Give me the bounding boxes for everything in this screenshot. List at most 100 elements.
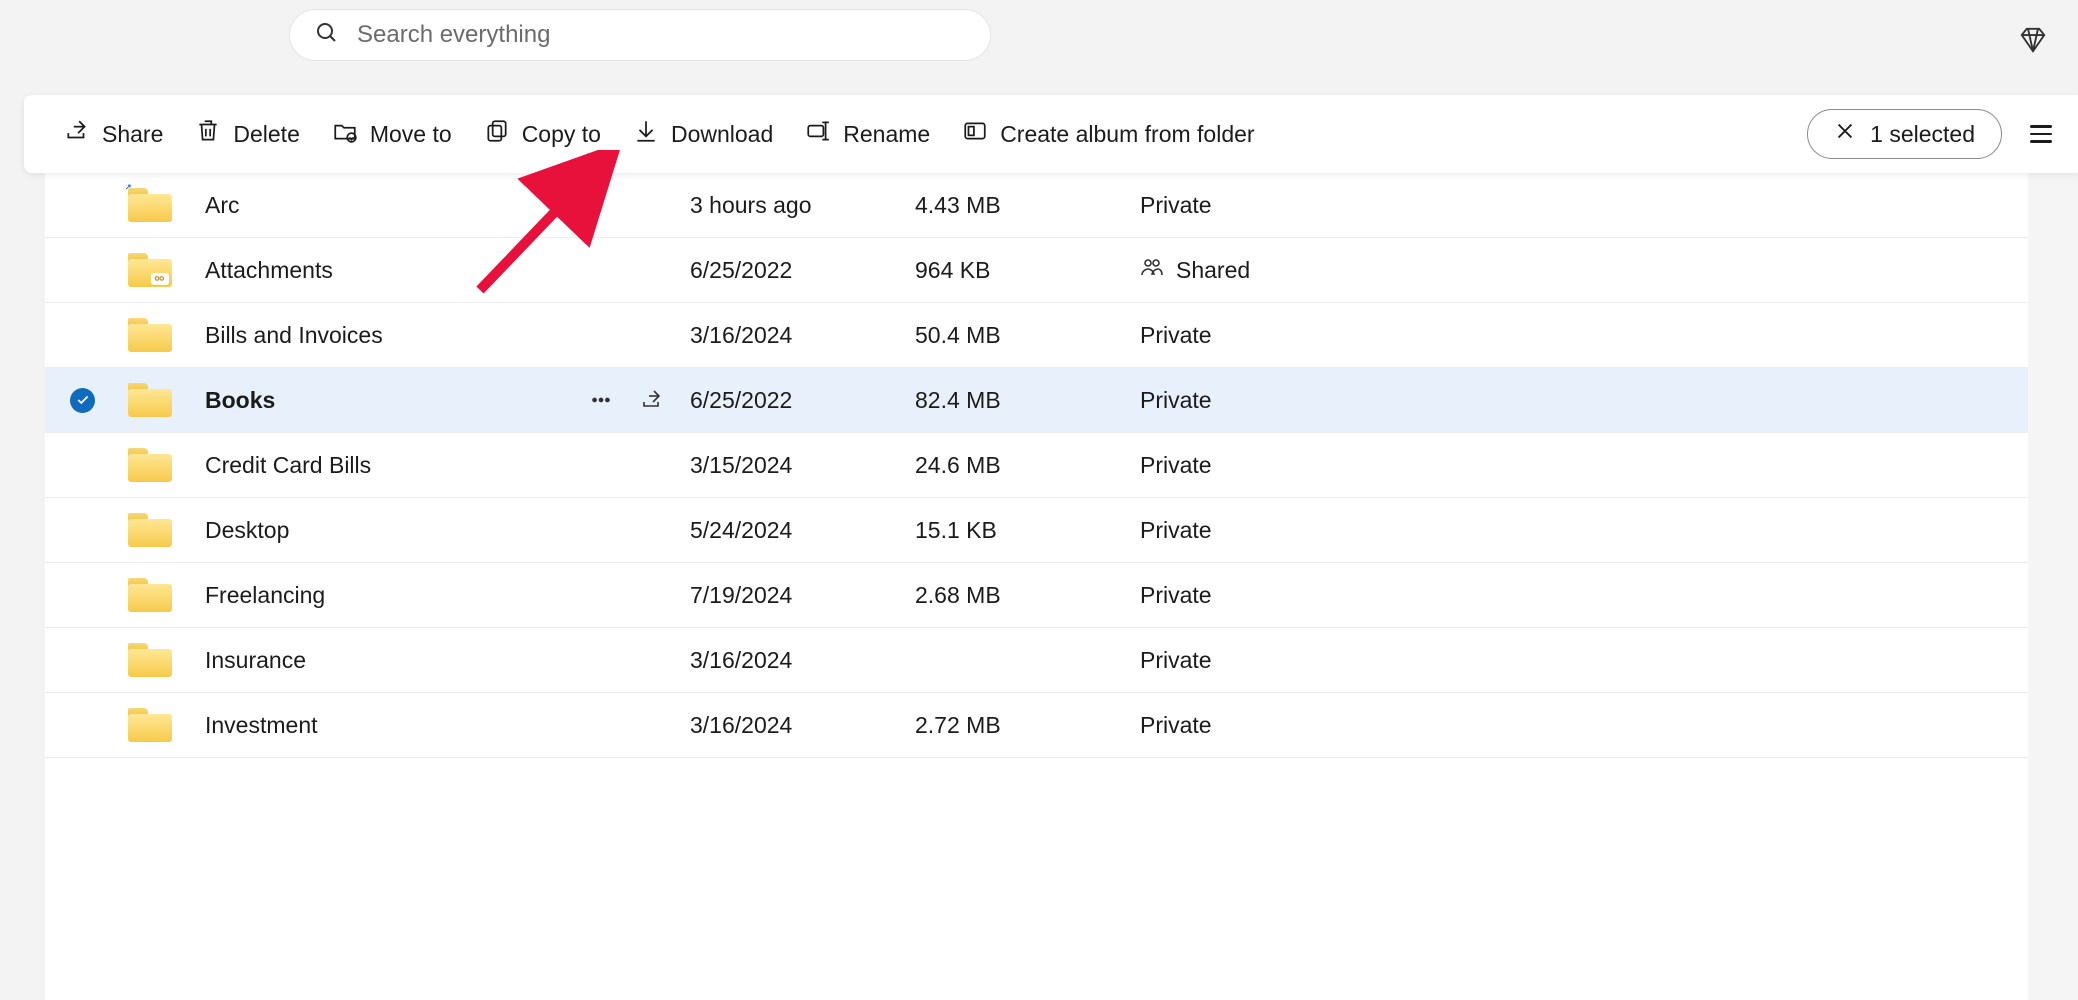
folder-icon [120,708,180,742]
share-label: Share [102,121,163,148]
overflow-menu-icon[interactable] [2030,122,2054,146]
sharing-status[interactable]: Private [1140,712,1580,739]
album-label: Create album from folder [1000,121,1254,148]
share-button[interactable]: Share [48,108,179,160]
sharing-status[interactable]: Private [1140,322,1580,349]
sharing-label: Private [1140,582,1212,609]
folder-name[interactable]: Books [180,387,590,414]
create-album-button[interactable]: Create album from folder [946,108,1270,160]
file-size: 15.1 KB [915,517,1140,544]
row-checkbox[interactable] [45,518,120,543]
file-size: 2.72 MB [915,712,1140,739]
file-size: 964 KB [915,257,1140,284]
close-icon [1834,120,1856,148]
sharing-label: Private [1140,517,1212,544]
folder-row[interactable]: Freelancing 7/19/20242.68 MBPrivate [45,563,2078,628]
download-label: Download [671,121,773,148]
row-checkbox[interactable] [45,583,120,608]
sharing-label: Shared [1176,257,1250,284]
file-size: 2.68 MB [915,582,1140,609]
row-checkbox[interactable] [45,193,120,218]
folder-name[interactable]: Desktop [180,517,590,544]
folder-icon: ↗ [120,188,180,222]
sharing-label: Private [1140,712,1212,739]
sharing-label: Private [1140,647,1212,674]
folder-row[interactable]: Books 6/25/202282.4 MBPrivate [45,368,2078,433]
move-label: Move to [370,121,452,148]
file-size: 50.4 MB [915,322,1140,349]
premium-diamond-icon[interactable] [2018,25,2048,55]
folder-row[interactable]: ↗Arc 3 hours ago4.43 MBPrivate [45,173,2078,238]
file-list: ↗Arc3 hours ago4.43 MBPrivateAttachments… [45,173,2078,1000]
copy-icon [484,118,510,150]
scrollbar-track[interactable] [2028,173,2078,1000]
folder-icon [120,318,180,352]
folder-row[interactable]: Credit Card Bills3/15/202424.6 MBPrivate [45,433,2078,498]
file-size: 4.43 MB [915,192,1140,219]
rename-icon [805,118,831,150]
move-icon [332,118,358,150]
row-checkbox[interactable] [45,713,120,738]
folder-row[interactable]: Attachments 6/25/2022964 KB Shared [45,238,2078,303]
folder-name[interactable]: Investment [180,712,590,739]
delete-label: Delete [233,121,299,148]
modified-date: 6/25/2022 [690,257,915,284]
modified-date: 3 hours ago [690,192,915,219]
share-icon [64,118,90,150]
modified-date: 3/15/2024 [690,452,915,479]
folder-name[interactable]: Credit Card Bills [180,452,590,479]
row-checkbox[interactable] [45,648,120,673]
sharing-status[interactable]: Private [1140,517,1580,544]
folder-icon [120,578,180,612]
folder-name[interactable]: Insurance [180,647,590,674]
folder-icon [120,383,180,417]
album-icon [962,118,988,150]
folder-name[interactable]: Arc [180,192,590,219]
rename-button[interactable]: Rename [789,108,946,160]
folder-icon [120,253,180,287]
row-checkbox[interactable] [45,453,120,478]
sharing-label: Private [1140,387,1212,414]
copy-to-button[interactable]: Copy to [468,108,617,160]
modified-date: 3/16/2024 [690,647,915,674]
download-icon [633,118,659,150]
folder-icon [120,448,180,482]
search-input[interactable] [357,21,965,49]
row-more-icon[interactable] [590,389,640,411]
modified-date: 3/16/2024 [690,322,915,349]
people-icon [1140,255,1164,285]
modified-date: 3/16/2024 [690,712,915,739]
sharing-label: Private [1140,452,1212,479]
folder-row[interactable]: Insurance 3/16/2024 Private [45,628,2078,693]
sharing-status[interactable]: Private [1140,192,1580,219]
folder-icon [120,513,180,547]
folder-row[interactable]: Bills and Invoices 3/16/202450.4 MBPrivat… [45,303,2078,368]
modified-date: 6/25/2022 [690,387,915,414]
row-checkbox[interactable] [45,258,120,283]
sharing-status[interactable]: Private [1140,452,1580,479]
search-icon [315,21,339,50]
download-button[interactable]: Download [617,108,789,160]
sharing-status[interactable]: Private [1140,582,1580,609]
search-bar[interactable] [290,10,990,60]
row-share-icon[interactable] [640,388,690,412]
row-checkbox[interactable] [45,323,120,348]
sharing-status[interactable]: Private [1140,647,1580,674]
sharing-status[interactable]: Private [1140,387,1580,414]
folder-row[interactable]: Investment 3/16/20242.72 MBPrivate [45,693,2078,758]
folder-name[interactable]: Freelancing [180,582,590,609]
file-size: 82.4 MB [915,387,1140,414]
modified-date: 7/19/2024 [690,582,915,609]
move-to-button[interactable]: Move to [316,108,468,160]
trash-icon [195,118,221,150]
sharing-status[interactable]: Shared [1140,255,1580,285]
folder-name[interactable]: Bills and Invoices [180,322,590,349]
row-checkbox[interactable] [45,388,120,413]
folder-icon [120,643,180,677]
rename-label: Rename [843,121,930,148]
folder-row[interactable]: Desktop5/24/202415.1 KBPrivate [45,498,2078,563]
folder-name[interactable]: Attachments [180,257,590,284]
selection-pill[interactable]: 1 selected [1807,109,2002,159]
copy-label: Copy to [522,121,601,148]
delete-button[interactable]: Delete [179,108,315,160]
